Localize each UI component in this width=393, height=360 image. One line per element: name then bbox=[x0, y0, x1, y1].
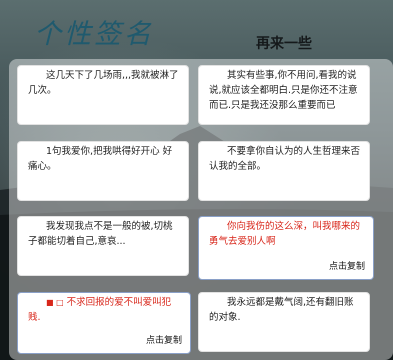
signature-text: 不要拿你自认为的人生哲理来否认我的全部。 bbox=[209, 146, 361, 172]
page-title: 个性签名 bbox=[34, 19, 154, 50]
signature-text: 其实有些事,你不用问,看我的说说,就应该全都明白.只是你还不注意而已.只是我还没… bbox=[209, 70, 358, 111]
signature-text: 我发现我点不是一般的被,切桃子都能切着自己,意哀... bbox=[28, 221, 173, 247]
signature-text: 我永远都是戴气阔,还有翻旧账的对象. bbox=[209, 297, 354, 323]
signature-text: 1句我爱你,把我哄得好开心 好痛心。 bbox=[28, 146, 173, 172]
copy-button[interactable]: 点击复制 bbox=[146, 334, 182, 349]
bullet-icon: ■ □ bbox=[46, 298, 64, 307]
signature-text-row: ■ □ 不求回报的爱不叫爱叫犯贱. bbox=[18, 293, 190, 325]
signature-card[interactable]: 我发现我点不是一般的被,切桃子都能切着自己,意哀... bbox=[17, 216, 189, 276]
signature-card[interactable]: 我永远都是戴气阔,还有翻旧账的对象. bbox=[198, 292, 370, 352]
signature-card[interactable]: 不要拿你自认为的人生哲理来否认我的全部。 bbox=[198, 141, 370, 201]
signature-card-selected[interactable]: ■ □ 不求回报的爱不叫爱叫犯贱. 点击复制 bbox=[17, 292, 191, 354]
signature-card[interactable]: 这几天下了几场雨,,,我就被淋了几次。 bbox=[17, 65, 189, 125]
signature-card[interactable]: 1句我爱你,把我哄得好开心 好痛心。 bbox=[17, 141, 189, 201]
signature-text: 这几天下了几场雨,,,我就被淋了几次。 bbox=[28, 70, 179, 96]
signature-text: 你向我伤的这么深，叫我哪来的勇气去爱别人啊 bbox=[209, 221, 361, 247]
copy-button[interactable]: 点击复制 bbox=[329, 260, 365, 275]
signature-card[interactable]: 其实有些事,你不用问,看我的说说,就应该全都明白.只是你还不注意而已.只是我还没… bbox=[198, 65, 370, 125]
signature-card-selected[interactable]: 你向我伤的这么深，叫我哪来的勇气去爱别人啊 点击复制 bbox=[198, 216, 374, 280]
more-link[interactable]: 再来一些 bbox=[256, 33, 312, 53]
